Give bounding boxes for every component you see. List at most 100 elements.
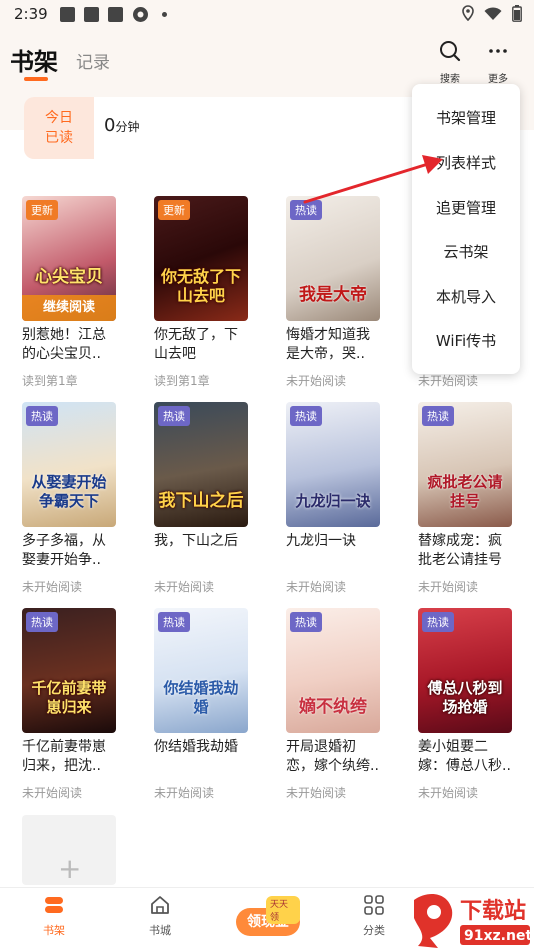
book-cover: 更新 你无敌了下山去吧 [154, 196, 248, 321]
book-title: 悔婚才知道我是大帝，哭.. [286, 327, 370, 362]
app-icon [132, 6, 149, 27]
more-notifications-dot [162, 12, 167, 17]
book-progress: 读到第1章 [154, 374, 210, 388]
wifi-icon [484, 6, 502, 25]
earn-cash-badge: 天天领 [266, 896, 300, 924]
status-bar: 2:39 [0, 0, 534, 30]
cover-title: 你结婚我劫婚 [163, 679, 239, 716]
today-badge-line1: 今日 [45, 110, 73, 126]
book-progress: 未开始阅读 [286, 580, 347, 594]
today-minutes: 0分钟 [104, 115, 139, 136]
book-progress: 未开始阅读 [154, 786, 215, 800]
book-title: 姜小姐要二嫁：傅总八秒.. [418, 739, 511, 774]
book-progress: 未开始阅读 [418, 786, 479, 800]
cover-title: 嫡不纨绔 [299, 697, 367, 717]
nav-category[interactable]: 分类 [344, 894, 404, 938]
more-dots-icon [489, 49, 507, 53]
location-icon [462, 5, 474, 25]
hot-tag: 热读 [290, 612, 322, 632]
book-title: 替嫁成宠：疯批老公请挂号 [418, 533, 502, 568]
cover-title: 九龙归一诀 [295, 492, 371, 510]
update-tag: 更新 [26, 200, 58, 220]
book-item[interactable]: 热读 从娶妻开始争霸天下 多子多福，从娶妻开始争.. 未开始阅读 [22, 402, 118, 595]
book-item[interactable]: 热读 千亿前妻带崽归来 千亿前妻带崽归来，把沈.. 未开始阅读 [22, 608, 118, 801]
tab-record[interactable]: 记录 [76, 48, 110, 73]
more-dropdown-menu: 书架管理 列表样式 追更管理 云书架 本机导入 WiFi传书 [412, 84, 520, 374]
hot-tag: 热读 [422, 612, 454, 632]
book-item[interactable]: 更新 你无敌了下山去吧 你无敌了，下山去吧 读到第1章 [154, 196, 250, 389]
search-button[interactable]: 搜索 [430, 40, 470, 85]
book-title: 多子多福，从娶妻开始争.. [22, 533, 106, 568]
book-cover: 热读 千亿前妻带崽归来 [22, 608, 116, 733]
book-title: 你结婚我劫婚 [154, 739, 238, 755]
book-progress: 未开始阅读 [286, 786, 347, 800]
notification-icon [108, 7, 123, 22]
menu-item-wifi-transfer[interactable]: WiFi传书 [412, 330, 520, 351]
cover-title: 我下山之后 [158, 491, 244, 511]
book-progress: 未开始阅读 [286, 374, 347, 388]
add-book-button[interactable]: + [22, 815, 116, 885]
book-cover: 热读 傅总八秒到场抢婚 [418, 608, 512, 733]
book-cover: 热读 嫡不纨绔 [286, 608, 380, 733]
book-cover: 更新 心尖宝贝 继续阅读 [22, 196, 116, 321]
svg-text:91xz.net: 91xz.net [464, 928, 532, 944]
hot-tag: 热读 [290, 406, 322, 426]
book-progress: 未开始阅读 [154, 580, 215, 594]
hot-tag: 热读 [26, 612, 58, 632]
nav-earn-cash[interactable]: 领现金 天天领 [236, 896, 300, 938]
cover-title: 你无敌了下山去吧 [160, 267, 241, 305]
book-item[interactable]: 热读 九龙归一诀 九龙归一诀 未开始阅读 [286, 402, 382, 595]
today-badge-line2: 已读 [45, 130, 73, 146]
book-progress: 未开始阅读 [22, 580, 83, 594]
cover-title: 千亿前妻带崽归来 [31, 679, 107, 716]
active-tab-indicator [24, 77, 48, 81]
nav-bookshelf[interactable]: 书架 [24, 894, 84, 938]
battery-icon [512, 4, 522, 26]
plus-icon: + [58, 852, 82, 885]
today-minutes-unit: 分钟 [115, 120, 140, 134]
continue-reading-button[interactable]: 继续阅读 [22, 295, 116, 321]
book-title: 千亿前妻带崽归来，把沈.. [22, 739, 106, 774]
cover-title: 我是大帝 [299, 285, 367, 305]
book-cover: 热读 九龙归一诀 [286, 402, 380, 527]
search-icon [440, 41, 461, 62]
site-watermark: 下载站 91xz.net [408, 888, 534, 950]
book-item[interactable]: 热读 傅总八秒到场抢婚 姜小姐要二嫁：傅总八秒.. 未开始阅读 [418, 608, 514, 801]
hot-tag: 热读 [158, 406, 190, 426]
book-item[interactable]: 热读 你结婚我劫婚 你结婚我劫婚 未开始阅读 [154, 608, 250, 801]
book-cover: 热读 你结婚我劫婚 [154, 608, 248, 733]
menu-item-cloud-shelf[interactable]: 云书架 [412, 241, 520, 262]
menu-item-local-import[interactable]: 本机导入 [412, 286, 520, 307]
book-item[interactable]: 热读 疯批老公请挂号 替嫁成宠：疯批老公请挂号 未开始阅读 [418, 402, 514, 595]
bookshelf-icon [45, 897, 63, 913]
search-label: 搜索 [440, 74, 460, 85]
more-label: 更多 [488, 74, 508, 85]
today-minutes-value: 0 [104, 115, 116, 136]
book-progress: 未开始阅读 [22, 786, 83, 800]
book-cover: 热读 我是大帝 [286, 196, 380, 321]
book-title: 你无敌了，下山去吧 [154, 327, 238, 362]
book-item[interactable]: 更新 心尖宝贝 继续阅读 别惹她！江总的心尖宝贝.. 读到第1章 [22, 196, 118, 389]
menu-item-shelf-manage[interactable]: 书架管理 [412, 107, 520, 128]
today-badge: 今日 已读 [24, 97, 94, 159]
tab-bookshelf[interactable]: 书架 [10, 42, 58, 77]
book-item[interactable]: 热读 我下山之后 我，下山之后 未开始阅读 [154, 402, 250, 595]
book-item[interactable]: 热读 嫡不纨绔 开局退婚初恋，嫁个纨绔.. 未开始阅读 [286, 608, 382, 801]
book-cover: 热读 从娶妻开始争霸天下 [22, 402, 116, 527]
book-progress: 读到第1章 [22, 374, 78, 388]
update-tag: 更新 [158, 200, 190, 220]
hot-tag: 热读 [422, 406, 454, 426]
notification-icon [84, 7, 99, 22]
nav-bookshelf-label: 书架 [43, 924, 65, 937]
home-icon [151, 896, 169, 914]
nav-bookstore[interactable]: 书城 [130, 894, 190, 938]
notification-icon [60, 7, 75, 22]
annotation-arrow-icon [303, 155, 443, 204]
cover-title: 疯批老公请挂号 [427, 473, 503, 510]
book-item[interactable]: 热读 我是大帝 悔婚才知道我是大帝，哭.. 未开始阅读 [286, 196, 382, 389]
more-button[interactable]: 更多 [478, 40, 518, 85]
book-cover: 热读 疯批老公请挂号 [418, 402, 512, 527]
cover-title: 从娶妻开始争霸天下 [31, 473, 107, 510]
book-cover: 热读 我下山之后 [154, 402, 248, 527]
nav-bookstore-label: 书城 [149, 924, 171, 937]
